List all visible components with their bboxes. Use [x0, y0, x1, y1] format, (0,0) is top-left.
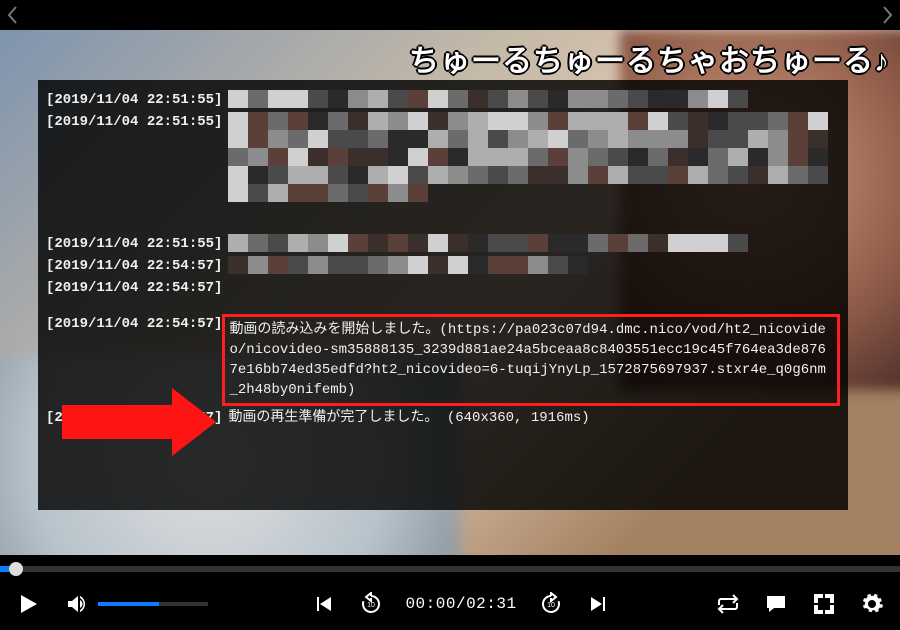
repeat-icon	[716, 592, 740, 616]
seek-knob[interactable]	[9, 562, 23, 576]
log-row: [2019/11/04 22:51:55]	[46, 112, 840, 212]
volume-icon	[64, 592, 88, 616]
fullscreen-icon	[812, 592, 836, 616]
log-timestamp: [2019/11/04 22:54:57]	[46, 256, 222, 276]
mute-button[interactable]	[62, 590, 90, 618]
video-player: ちゅーるちゅーるちゃおちゅーる♪ [2019/11/04 22:51:55] […	[0, 0, 900, 630]
volume-group	[62, 590, 208, 618]
spacer	[46, 214, 840, 234]
forward-10-icon: 10	[539, 592, 563, 616]
video-viewport[interactable]: ちゅーるちゅーるちゃおちゅーる♪ [2019/11/04 22:51:55] […	[0, 30, 900, 555]
redacted-text	[228, 112, 840, 212]
rewind-10-button[interactable]: 10	[357, 590, 385, 618]
tab-scroll-right[interactable]	[876, 0, 900, 30]
redacted-text	[228, 256, 840, 274]
time-current: 00:00	[405, 595, 456, 613]
tab-bar	[0, 0, 900, 30]
log-timestamp: [2019/11/04 22:51:55]	[46, 90, 222, 110]
log-timestamp: [2019/11/04 22:54:57]	[46, 314, 222, 334]
log-timestamp: [2019/11/04 22:51:55]	[46, 234, 222, 254]
play-button[interactable]	[14, 590, 42, 618]
redacted-text	[228, 90, 840, 108]
volume-level	[98, 602, 159, 606]
volume-slider[interactable]	[98, 602, 208, 606]
log-row: [2019/11/04 22:51:55]	[46, 234, 840, 254]
control-bar: 10 00:00/02:31 10	[0, 578, 900, 630]
playback-time: 00:00/02:31	[405, 595, 516, 613]
settings-button[interactable]	[858, 590, 886, 618]
comment-button[interactable]	[762, 590, 790, 618]
skip-prev-icon	[311, 592, 335, 616]
log-row: [2019/11/04 22:54:57]	[46, 278, 840, 298]
time-sep: /	[456, 595, 466, 613]
tab-scroll-left[interactable]	[0, 0, 24, 30]
log-message-highlighted: 動画の読み込みを開始しました。(https://pa023c07d94.dmc.…	[222, 314, 840, 406]
log-row: [2019/11/04 22:51:55]	[46, 90, 840, 110]
arrow-shaft	[62, 405, 172, 439]
forward-10-button[interactable]: 10	[537, 590, 565, 618]
prev-button[interactable]	[309, 590, 337, 618]
svg-text:10: 10	[547, 602, 555, 609]
annotation-arrow	[62, 388, 216, 456]
svg-text:10: 10	[368, 602, 376, 609]
spacer	[46, 300, 840, 314]
log-message: 動画の再生準備が完了しました。 (640x360, 1916ms)	[222, 408, 589, 428]
seek-progress	[0, 566, 9, 572]
log-timestamp: [2019/11/04 22:51:55]	[46, 112, 222, 132]
log-timestamp: [2019/11/04 22:54:57]	[46, 278, 222, 298]
fullscreen-button[interactable]	[810, 590, 838, 618]
skip-next-icon	[587, 592, 611, 616]
arrow-head-icon	[172, 388, 216, 456]
gear-icon	[860, 592, 884, 616]
seek-bar[interactable]	[0, 566, 900, 572]
scrolling-comment: ちゅーるちゅーるちゃおちゅーる♪	[409, 36, 890, 80]
chevron-left-icon	[7, 6, 17, 24]
redacted-text	[228, 234, 840, 252]
play-icon	[16, 592, 40, 616]
chevron-right-icon	[883, 6, 893, 24]
rewind-10-icon: 10	[359, 592, 383, 616]
comment-icon	[764, 592, 788, 616]
time-total: 02:31	[466, 595, 517, 613]
repeat-button[interactable]	[714, 590, 742, 618]
next-button[interactable]	[585, 590, 613, 618]
log-row: [2019/11/04 22:54:57]	[46, 256, 840, 276]
